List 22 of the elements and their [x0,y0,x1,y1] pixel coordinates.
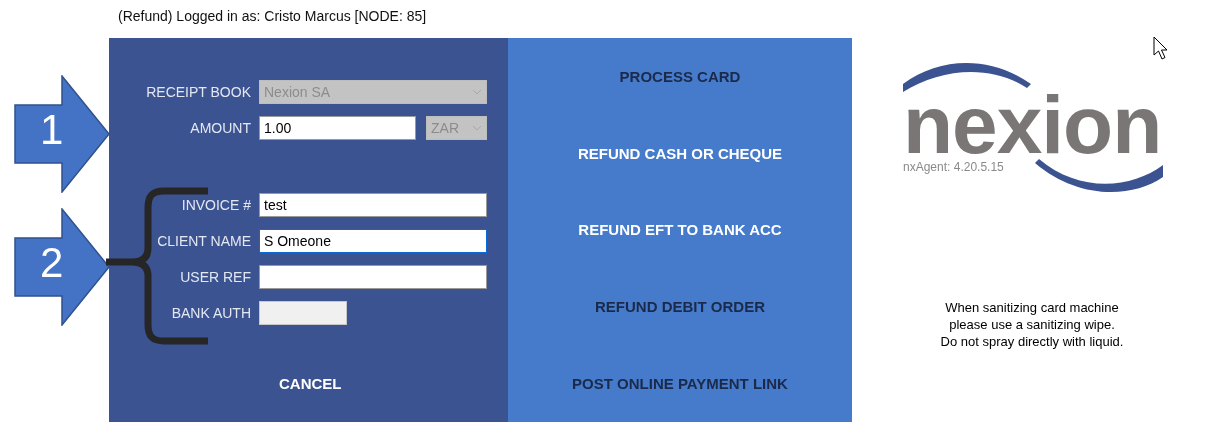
chevron-down-icon [472,89,482,95]
chevron-down-icon [472,125,482,131]
logo-wordmark: nexion [903,93,1162,157]
text-field[interactable] [259,265,487,289]
mouse-pointer-icon [1153,36,1169,60]
field-label: CLIENT NAME [156,233,251,249]
callout-number: 1 [40,109,64,151]
cancel-button[interactable]: CANCEL [259,371,362,396]
field-label: USER REF [179,269,251,285]
version-label: nxAgent: 4.20.5.15 [903,160,1004,174]
amount-field[interactable]: 1.00 [259,116,416,140]
callout-number: 2 [40,242,64,284]
text-field[interactable]: test [259,193,487,217]
notice-text: When sanitizing card machine please use a sanitizing wipe. Do not spray directly with liquid. [940,300,1124,351]
field-label: INVOICE # [180,197,251,213]
field-label: AMOUNT [189,120,251,136]
window-title: (Refund) Logged in as: Cristo Marcus [NODE: 85] [118,8,427,24]
action-button[interactable]: REFUND EFT TO BANK ACC [568,215,792,245]
action-button[interactable]: REFUND CASH OR CHEQUE [567,138,793,168]
text-field[interactable]: S Omeone [259,229,487,253]
field-label: BANK AUTH [170,305,251,321]
field-label: RECEIPT BOOK [145,84,251,100]
